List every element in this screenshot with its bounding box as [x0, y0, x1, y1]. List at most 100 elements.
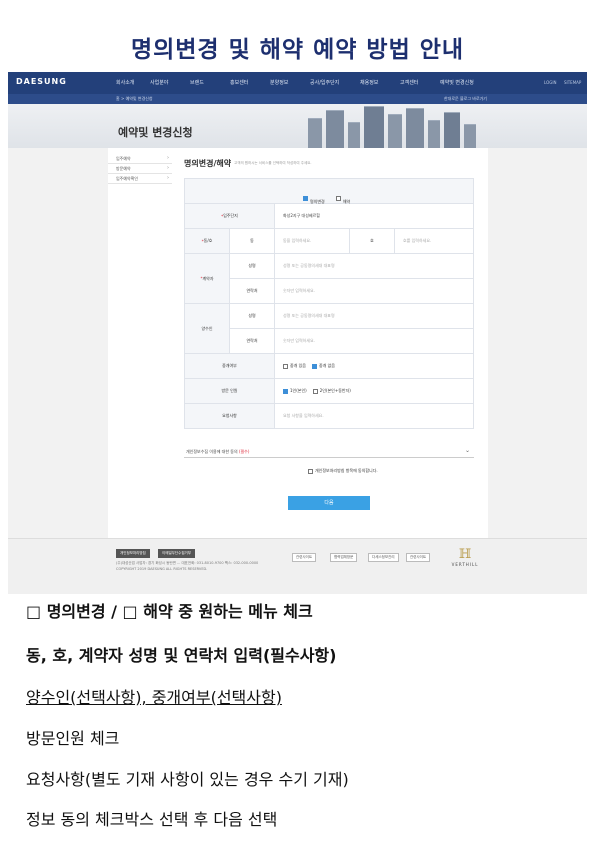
footer-link[interactable]: 관련사이트 — [406, 553, 431, 562]
agree-check-row: 개인정보처리방침 항목에 동의합니다. — [308, 468, 378, 474]
hero-banner: 예약및 변경신청 — [8, 104, 587, 148]
visitors-2-label: 2인(본인+동반자) — [319, 388, 351, 393]
visitors-row: 방문 인원 1인(본인) 2인(본인+동반자) — [184, 379, 474, 404]
name-change-label: 명의변경 — [310, 199, 325, 204]
verthill-mark-icon: ℍ — [458, 547, 472, 562]
transferee-phone-input[interactable]: 숫자만 입력하세요. — [275, 329, 473, 353]
request-input[interactable]: 요청 사항을 입력하세요. — [275, 404, 473, 428]
agree-check-label: 개인정보처리방침 항목에 동의합니다. — [315, 468, 378, 473]
broker-row: 중개여부 중개 있음 중개 없음 — [184, 354, 474, 379]
building-graphic — [406, 108, 424, 148]
page-subtitle: 고객의 원하시는 서비스를 선택하여 작성하여 주세요. — [234, 161, 312, 165]
instruction-4: 방문인원 체크 — [26, 729, 120, 748]
building-graphic — [308, 118, 322, 148]
transferee-name-input[interactable]: 성명 또는 공동명의세대 대표명 — [275, 304, 473, 328]
nav-item-sales[interactable]: 분양정보 — [270, 79, 288, 86]
broker-label: 중개여부 — [185, 354, 275, 378]
nav-item-business[interactable]: 사업분야 — [150, 79, 168, 86]
footer-link[interactable]: 협력업체방문 — [330, 553, 358, 562]
transferee-row: 양수인 성명 성명 또는 공동명의세대 대표명 연락처 숫자만 입력하세요. — [184, 304, 474, 354]
instruction-5: 요청사항(별도 기재 사항이 있는 경우 수기 기재) — [26, 770, 349, 789]
contractor-name-label: 성명 — [230, 254, 275, 278]
building-graphic — [388, 114, 402, 148]
cancel-checkbox[interactable] — [335, 196, 341, 201]
footer-link[interactable]: 다세스정보관리 — [368, 553, 399, 562]
ho-label: 호 — [350, 229, 395, 253]
contractor-row: * 계약자 성명 성명 또는 공동명의세대 대표명 연락처 숫자만 입력하세요. — [184, 254, 474, 304]
nav-item-recruit[interactable]: 채용정보 — [360, 79, 378, 86]
cancel-label: 해약 — [342, 199, 351, 204]
chevron-down-icon[interactable]: ⌄ — [465, 447, 470, 454]
document-title: 명의변경 및 해약 예약 방법 안내 — [130, 37, 465, 63]
complex-value[interactable]: 화성2지구 대성베르힐 — [275, 204, 473, 228]
building-graphic — [444, 112, 460, 148]
page-heading: 명의변경/해약 — [184, 159, 232, 168]
main-content: 입주예약 방문예약 입주예약확인 명의변경/해약 고객의 원하시는 서비스를 선… — [108, 148, 488, 538]
complex-row: * 입주단지 화성2지구 대성베르힐 — [184, 204, 474, 229]
building-graphic — [326, 110, 344, 148]
change-form: 명의변경 해약 * 입주단지 화성2지구 대성베르힐 * 동/호 동 동을 입력하세… — [184, 178, 474, 429]
left-menu-item[interactable]: 입주예약 — [108, 154, 172, 164]
choice-row: 명의변경 해약 — [184, 178, 474, 204]
verthill-logo: ℍ VERTHILL — [448, 547, 482, 567]
company-info: (주)대성산업 사업자: 경기 화성시 동탄면 ... 대표전화: 031-80… — [116, 561, 259, 565]
broker-yes-label: 중개 있음 — [290, 363, 306, 368]
daesung-logo[interactable]: DAESUNG — [16, 77, 67, 86]
verthill-wordmark: VERTHILL — [451, 562, 479, 567]
transferee-label: 양수인 — [185, 304, 230, 353]
left-menu-item[interactable]: 방문예약 — [108, 164, 172, 174]
transferee-name-label: 성명 — [230, 304, 275, 328]
website-screenshot: DAESUNG 회사소개 사업분야 브랜드 홍보센터 분양정보 공사/입주단지 … — [8, 72, 587, 594]
nav-item-support[interactable]: 고객센터 — [400, 79, 418, 86]
name-change-checkbox[interactable] — [303, 196, 308, 201]
dong-label: 동 — [230, 229, 275, 253]
privacy-agreement-accordion[interactable]: 개인정보수집 이용에 대한 동의 (필수) ⌄ — [184, 446, 474, 458]
instruction-2: 동, 호, 계약자 성명 및 연락처 입력(필수사항) — [26, 646, 337, 665]
dongho-row: * 동/호 동 동을 입력하세요. 호 호를 입력하세요. — [184, 229, 474, 254]
blog-link[interactable]: 한대로운 블로그 바로가기 — [444, 96, 487, 102]
broker-no-label: 중개 없음 — [319, 363, 335, 368]
top-navigation: DAESUNG 회사소개 사업분야 브랜드 홍보센터 분양정보 공사/입주단지 … — [8, 72, 587, 94]
nav-item-brand[interactable]: 브랜드 — [190, 79, 204, 86]
agree-checkbox[interactable] — [308, 468, 313, 474]
login-link[interactable]: LOGIN — [544, 80, 557, 85]
copyright: COPYRIGHT 2019 DAESUNG ALL RIGHTS RESERV… — [116, 567, 208, 571]
ho-input[interactable]: 호를 입력하세요. — [395, 229, 473, 253]
next-button[interactable]: 다음 — [288, 496, 370, 510]
visitors-1-label: 1인(본인) — [290, 388, 307, 393]
request-label: 요청사항 — [185, 404, 275, 428]
building-graphic — [428, 120, 440, 148]
broker-yes-checkbox[interactable] — [283, 363, 288, 369]
request-row: 요청사항 요청 사항을 입력하세요. — [184, 404, 474, 429]
left-menu-item[interactable]: 입주예약확인 — [108, 174, 172, 184]
nav-item-pr[interactable]: 홍보센터 — [230, 79, 248, 86]
dongho-label: * 동/호 — [185, 229, 230, 253]
instruction-1: □ 명의변경 / □ 해약 중 원하는 메뉴 체크 — [26, 602, 313, 621]
email-refusal-link[interactable]: 이메일무단수집거부 — [158, 549, 195, 558]
nav-item-reservation[interactable]: 예약및 변경신청 — [440, 79, 474, 86]
visitors-label: 방문 인원 — [185, 379, 275, 403]
contractor-name-input[interactable]: 성명 또는 공동명의세대 대표명 — [275, 254, 473, 278]
footer-link[interactable]: 관련사이트 — [292, 553, 317, 562]
dong-input[interactable]: 동을 입력하세요. — [275, 229, 350, 253]
visitors-2-checkbox[interactable] — [312, 388, 318, 394]
building-graphic — [464, 124, 476, 148]
site-footer: 개인정보처리방침 이메일무단수집거부 (주)대성산업 사업자: 경기 화성시 동… — [8, 538, 587, 594]
broker-no-checkbox[interactable] — [312, 363, 317, 369]
contractor-phone-input[interactable]: 숫자만 입력하세요. — [275, 279, 473, 303]
contractor-phone-label: 연락처 — [230, 279, 275, 303]
visitors-options: 1인(본인) 2인(본인+동반자) — [275, 379, 473, 403]
left-menu: 입주예약 방문예약 입주예약확인 — [108, 154, 172, 184]
complex-label: * 입주단지 — [185, 204, 275, 228]
nav-item-company[interactable]: 회사소개 — [116, 79, 134, 86]
contractor-label: * 계약자 — [185, 254, 230, 303]
breadcrumb-bar: 홈 > 예약및 변경신청 한대로운 블로그 바로가기 — [8, 94, 587, 104]
nav-item-construction[interactable]: 공사/입주단지 — [310, 79, 339, 86]
breadcrumb: 홈 > 예약및 변경신청 — [116, 96, 153, 101]
visitors-1-checkbox[interactable] — [283, 388, 288, 394]
building-graphic — [348, 122, 360, 148]
required-mark: (필수) — [238, 449, 250, 454]
privacy-policy-link[interactable]: 개인정보처리방침 — [116, 549, 150, 558]
sitemap-link[interactable]: SITEMAP — [564, 80, 581, 85]
instruction-6: 정보 동의 체크박스 선택 후 다음 선택 — [26, 810, 278, 829]
